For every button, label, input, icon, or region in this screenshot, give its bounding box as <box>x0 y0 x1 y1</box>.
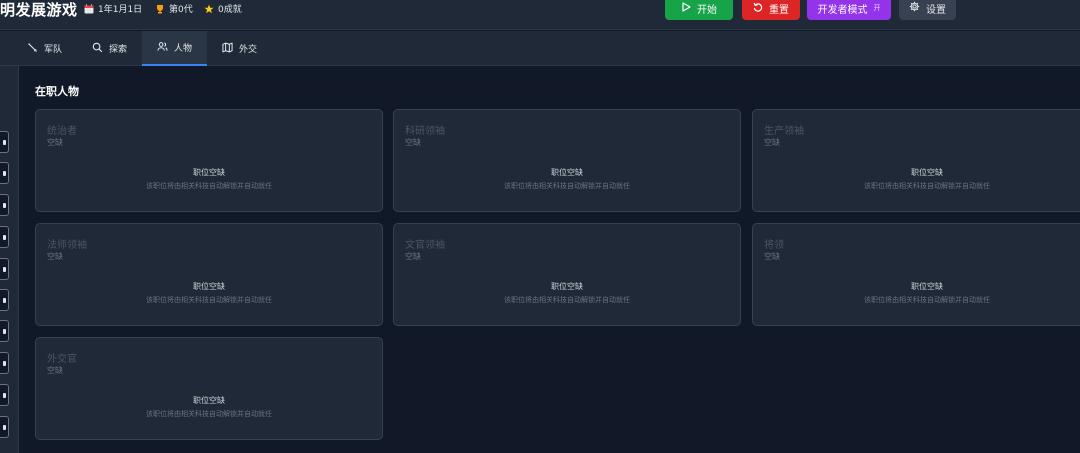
tab-diplomacy-label: 外交 <box>239 45 258 55</box>
tab-characters[interactable]: 人物 <box>142 31 207 66</box>
sidebar-item[interactable] <box>0 352 9 374</box>
sidebar-item[interactable] <box>0 131 9 153</box>
play-icon <box>681 1 691 15</box>
sidebar-item[interactable] <box>0 258 9 280</box>
section-title: 在职人物 <box>35 85 79 98</box>
tab-explore[interactable]: 探索 <box>88 31 131 66</box>
sidebar-item[interactable] <box>0 289 9 311</box>
empty-note: 该职位将由相关科技自动解锁并自动就任 <box>864 296 990 304</box>
sidebar-item[interactable] <box>0 320 9 342</box>
position-card: 生产领袖 空缺 职位空缺 该职位将由相关科技自动解锁并自动就任 <box>752 109 1080 212</box>
settings-label: 设置 <box>926 4 946 16</box>
calendar-icon <box>84 3 94 14</box>
position-role: 将领 <box>764 240 784 251</box>
position-status: 空缺 <box>47 366 63 375</box>
date-display: 1年1月1日 <box>84 2 142 15</box>
position-status: 空缺 <box>405 252 421 261</box>
sidebar-item[interactable] <box>0 194 9 216</box>
empty-title: 职位空缺 <box>193 168 225 177</box>
empty-note: 该职位将由相关科技自动解锁并自动就任 <box>146 296 272 304</box>
tab-explore-label: 探索 <box>109 45 128 55</box>
empty-note: 该职位将由相关科技自动解锁并自动就任 <box>864 182 990 190</box>
sidebar-item[interactable] <box>0 416 9 438</box>
generation-display: 第0代 <box>155 2 193 15</box>
empty-title: 职位空缺 <box>911 282 943 291</box>
empty-title: 职位空缺 <box>193 282 225 291</box>
reset-button[interactable]: 重置 <box>742 0 800 20</box>
empty-note: 该职位将由相关科技自动解锁并自动就任 <box>146 410 272 418</box>
position-role: 统治者 <box>47 126 77 137</box>
tab-army-label: 军队 <box>44 45 63 55</box>
settings-button[interactable]: 设置 <box>899 0 956 20</box>
achievements-text: 0成就 <box>218 5 242 15</box>
empty-note: 该职位将由相关科技自动解锁并自动就任 <box>146 182 272 190</box>
empty-title: 职位空缺 <box>911 168 943 177</box>
empty-title: 职位空缺 <box>551 282 583 291</box>
empty-note: 该职位将由相关科技自动解锁并自动就任 <box>504 296 630 304</box>
position-card: 科研领袖 空缺 职位空缺 该职位将由相关科技自动解锁并自动就任 <box>393 109 741 212</box>
date-text: 1年1月1日 <box>98 5 143 15</box>
developer-mode-badge: 开 <box>873 4 881 12</box>
sword-icon <box>27 42 38 56</box>
generation-text: 第0代 <box>169 5 193 15</box>
empty-title: 职位空缺 <box>193 396 225 405</box>
start-button[interactable]: 开始 <box>665 0 733 20</box>
users-icon <box>157 41 168 55</box>
position-card: 法师领袖 空缺 职位空缺 该职位将由相关科技自动解锁并自动就任 <box>35 223 383 326</box>
position-status: 空缺 <box>47 138 63 147</box>
position-role: 法师领袖 <box>47 240 87 251</box>
sidebar-item[interactable] <box>0 384 9 406</box>
position-card: 将领 空缺 职位空缺 该职位将由相关科技自动解锁并自动就任 <box>752 223 1080 326</box>
position-card: 文官领袖 空缺 职位空缺 该职位将由相关科技自动解锁并自动就任 <box>393 223 741 326</box>
achievements-display: 0成就 <box>204 2 242 15</box>
map-icon <box>222 42 233 56</box>
sidebar-item[interactable] <box>0 162 9 184</box>
position-card: 外交官 空缺 职位空缺 该职位将由相关科技自动解锁并自动就任 <box>35 337 383 440</box>
trophy-icon <box>155 4 165 14</box>
top-bar: 明发展游戏 1年1月1日 第0代 0成就 开始 重置 开发者模式 开 设置 <box>0 0 1080 30</box>
sidebar <box>0 66 19 453</box>
position-status: 空缺 <box>405 138 421 147</box>
position-role: 外交官 <box>47 354 77 365</box>
position-role: 生产领袖 <box>764 126 804 137</box>
empty-note: 该职位将由相关科技自动解锁并自动就任 <box>504 182 630 190</box>
position-role: 文官领袖 <box>405 240 445 251</box>
gear-icon <box>909 1 920 15</box>
tab-bar: 军队 探索 人物 外交 <box>0 31 1080 66</box>
app-title: 明发展游戏 <box>0 1 78 19</box>
position-status: 空缺 <box>764 138 780 147</box>
position-card: 统治者 空缺 职位空缺 该职位将由相关科技自动解锁并自动就任 <box>35 109 383 212</box>
position-status: 空缺 <box>764 252 780 261</box>
empty-title: 职位空缺 <box>551 168 583 177</box>
developer-mode-button[interactable]: 开发者模式 开 <box>807 0 891 20</box>
position-role: 科研领袖 <box>405 126 445 137</box>
sidebar-item[interactable] <box>0 226 9 248</box>
start-label: 开始 <box>697 4 717 16</box>
tab-diplomacy[interactable]: 外交 <box>218 31 261 66</box>
reset-label: 重置 <box>769 4 789 16</box>
star-icon <box>204 4 214 14</box>
position-status: 空缺 <box>47 252 63 261</box>
reset-icon <box>753 2 763 15</box>
developer-mode-label: 开发者模式 <box>817 4 868 16</box>
tab-army[interactable]: 军队 <box>23 31 66 66</box>
tab-characters-label: 人物 <box>173 44 192 54</box>
search-icon <box>92 42 103 56</box>
